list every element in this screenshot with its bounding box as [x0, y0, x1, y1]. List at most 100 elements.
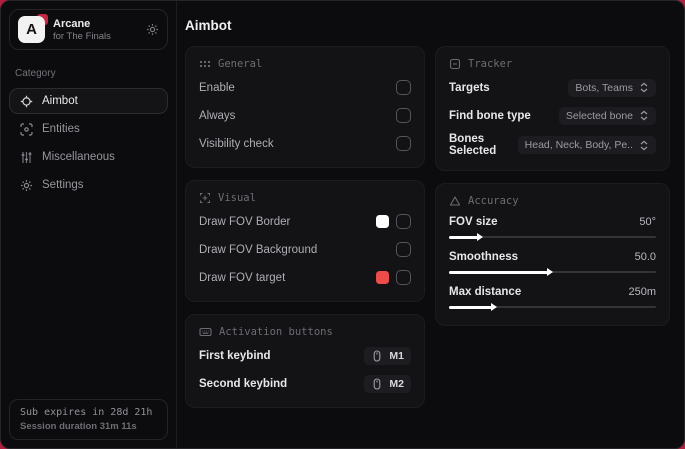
- sub-expiry-text: Sub expires in 28d 21h: [20, 407, 153, 418]
- dropdown-value: Selected bone: [565, 109, 633, 122]
- setting-row-draw-fov-target: Draw FOV target: [199, 267, 411, 288]
- logo-letter: A: [18, 16, 45, 43]
- grid-icon: [199, 58, 211, 70]
- fov-target-color-swatch[interactable]: [376, 271, 389, 284]
- brand-logo: A: [18, 14, 48, 43]
- setting-row-enable: Enable: [199, 77, 411, 98]
- setting-label: Max distance: [449, 286, 522, 298]
- card-title: Activation buttons: [219, 326, 333, 338]
- keybind-value: M1: [389, 349, 404, 362]
- slider-thumb[interactable]: [491, 303, 498, 311]
- draw-fov-target-checkbox[interactable]: [396, 270, 411, 285]
- scan-icon: [19, 122, 33, 136]
- setting-label: Bones Selected: [449, 133, 497, 157]
- draw-fov-background-checkbox[interactable]: [396, 242, 411, 257]
- box-minus-icon: [449, 58, 461, 70]
- setting-row-find-bone-type: Find bone type Selected bone: [449, 105, 656, 126]
- setting-row-max-distance: Max distance 250m: [449, 286, 656, 312]
- second-keybind-button[interactable]: M2: [364, 374, 411, 393]
- setting-label: Draw FOV Border: [199, 215, 291, 228]
- dropdown-value: Bots, Teams: [575, 81, 633, 94]
- card-title: General: [218, 58, 263, 70]
- smoothness-slider[interactable]: [449, 267, 656, 277]
- activation-buttons-card: Activation buttons First keybind M1 Seco…: [185, 314, 425, 408]
- setting-label: Targets: [449, 81, 490, 94]
- brand-text: Arcane for The Finals: [53, 18, 111, 42]
- setting-row-fov-size: FOV size 50°: [449, 216, 656, 242]
- sidebar-item-entities[interactable]: Entities: [9, 116, 168, 142]
- keyboard-icon: [199, 326, 212, 338]
- smoothness-value: 50.0: [634, 251, 656, 263]
- page-title: Aimbot: [185, 18, 232, 33]
- setting-row-smoothness: Smoothness 50.0: [449, 251, 656, 277]
- setting-label: FOV size: [449, 216, 498, 228]
- sidebar-item-label: Miscellaneous: [42, 151, 115, 163]
- sidebar-nav: Aimbot Entities Miscellaneous Settings: [1, 87, 176, 199]
- setting-label: Smoothness: [449, 251, 519, 263]
- main-panel: Aimbot General Enable Always Visibility …: [177, 1, 684, 448]
- sidebar-item-aimbot[interactable]: Aimbot: [9, 88, 168, 114]
- fov-size-slider[interactable]: [449, 232, 656, 242]
- slider-thumb[interactable]: [476, 233, 483, 241]
- targets-dropdown[interactable]: Bots, Teams: [568, 78, 656, 97]
- setting-row-always: Always: [199, 105, 411, 126]
- focus-icon: [199, 192, 211, 204]
- fov-border-color-swatch[interactable]: [376, 215, 389, 228]
- bones-selected-dropdown[interactable]: Head, Neck, Body, Pe..: [517, 136, 656, 154]
- setting-label: Find bone type: [449, 109, 531, 122]
- triangle-icon: [449, 195, 461, 207]
- subscription-info-card: Sub expires in 28d 21h Session duration …: [9, 399, 168, 440]
- keybind-value: M2: [389, 377, 404, 390]
- card-title: Accuracy: [468, 195, 519, 207]
- sidebar: A Arcane for The Finals Category Aimbot …: [1, 1, 177, 448]
- gear-icon: [19, 179, 33, 192]
- card-title: Tracker: [468, 58, 513, 70]
- mouse-icon: [371, 377, 383, 390]
- visual-card: Visual Draw FOV Border Draw FOV Backgrou…: [185, 180, 425, 302]
- slider-fill: [449, 303, 498, 311]
- slider-fill: [449, 233, 483, 241]
- setting-label: Always: [199, 109, 236, 122]
- setting-row-second-keybind: Second keybind M2: [199, 373, 411, 394]
- brand-subtitle: for The Finals: [53, 30, 111, 42]
- setting-label: Visibility check: [199, 137, 274, 150]
- sidebar-item-settings[interactable]: Settings: [9, 172, 168, 198]
- max-distance-slider[interactable]: [449, 302, 656, 312]
- tracker-card: Tracker Targets Bots, Teams Find bone ty…: [435, 46, 670, 171]
- sidebar-item-label: Settings: [42, 179, 84, 191]
- brand-name: Arcane: [53, 17, 91, 30]
- sidebar-item-label: Aimbot: [42, 95, 78, 107]
- chevron-up-down-icon: [639, 140, 649, 151]
- mouse-icon: [371, 349, 383, 362]
- setting-label: Second keybind: [199, 377, 288, 390]
- setting-row-draw-fov-border: Draw FOV Border: [199, 211, 411, 232]
- brand-card: A Arcane for The Finals: [9, 9, 168, 50]
- fov-size-value: 50°: [639, 216, 656, 228]
- find-bone-type-dropdown[interactable]: Selected bone: [558, 106, 656, 125]
- sliders-icon: [19, 151, 33, 164]
- visibility-check-checkbox[interactable]: [396, 136, 411, 151]
- card-title: Visual: [218, 192, 256, 204]
- accuracy-card: Accuracy FOV size 50° Smoothness 50.0 Ma…: [435, 183, 670, 326]
- dropdown-value: Head, Neck, Body, Pe..: [524, 139, 633, 151]
- slider-thumb[interactable]: [547, 268, 554, 276]
- draw-fov-border-checkbox[interactable]: [396, 214, 411, 229]
- session-duration-text: Session duration 31m 11s: [20, 421, 137, 432]
- setting-row-visibility-check: Visibility check: [199, 133, 411, 154]
- setting-row-targets: Targets Bots, Teams: [449, 77, 656, 98]
- general-card: General Enable Always Visibility check: [185, 46, 425, 168]
- setting-label: Draw FOV target: [199, 271, 286, 284]
- setting-label: First keybind: [199, 349, 271, 362]
- gear-icon[interactable]: [146, 23, 159, 36]
- max-distance-value: 250m: [628, 286, 656, 298]
- chevron-up-down-icon: [639, 110, 649, 121]
- first-keybind-button[interactable]: M1: [364, 346, 411, 365]
- enable-checkbox[interactable]: [396, 80, 411, 95]
- slider-fill: [449, 268, 554, 276]
- setting-label: Draw FOV Background: [199, 243, 318, 256]
- app-window: A Arcane for The Finals Category Aimbot …: [0, 0, 685, 449]
- crosshair-icon: [19, 95, 33, 108]
- setting-label: Enable: [199, 81, 235, 94]
- sidebar-item-miscellaneous[interactable]: Miscellaneous: [9, 144, 168, 170]
- always-checkbox[interactable]: [396, 108, 411, 123]
